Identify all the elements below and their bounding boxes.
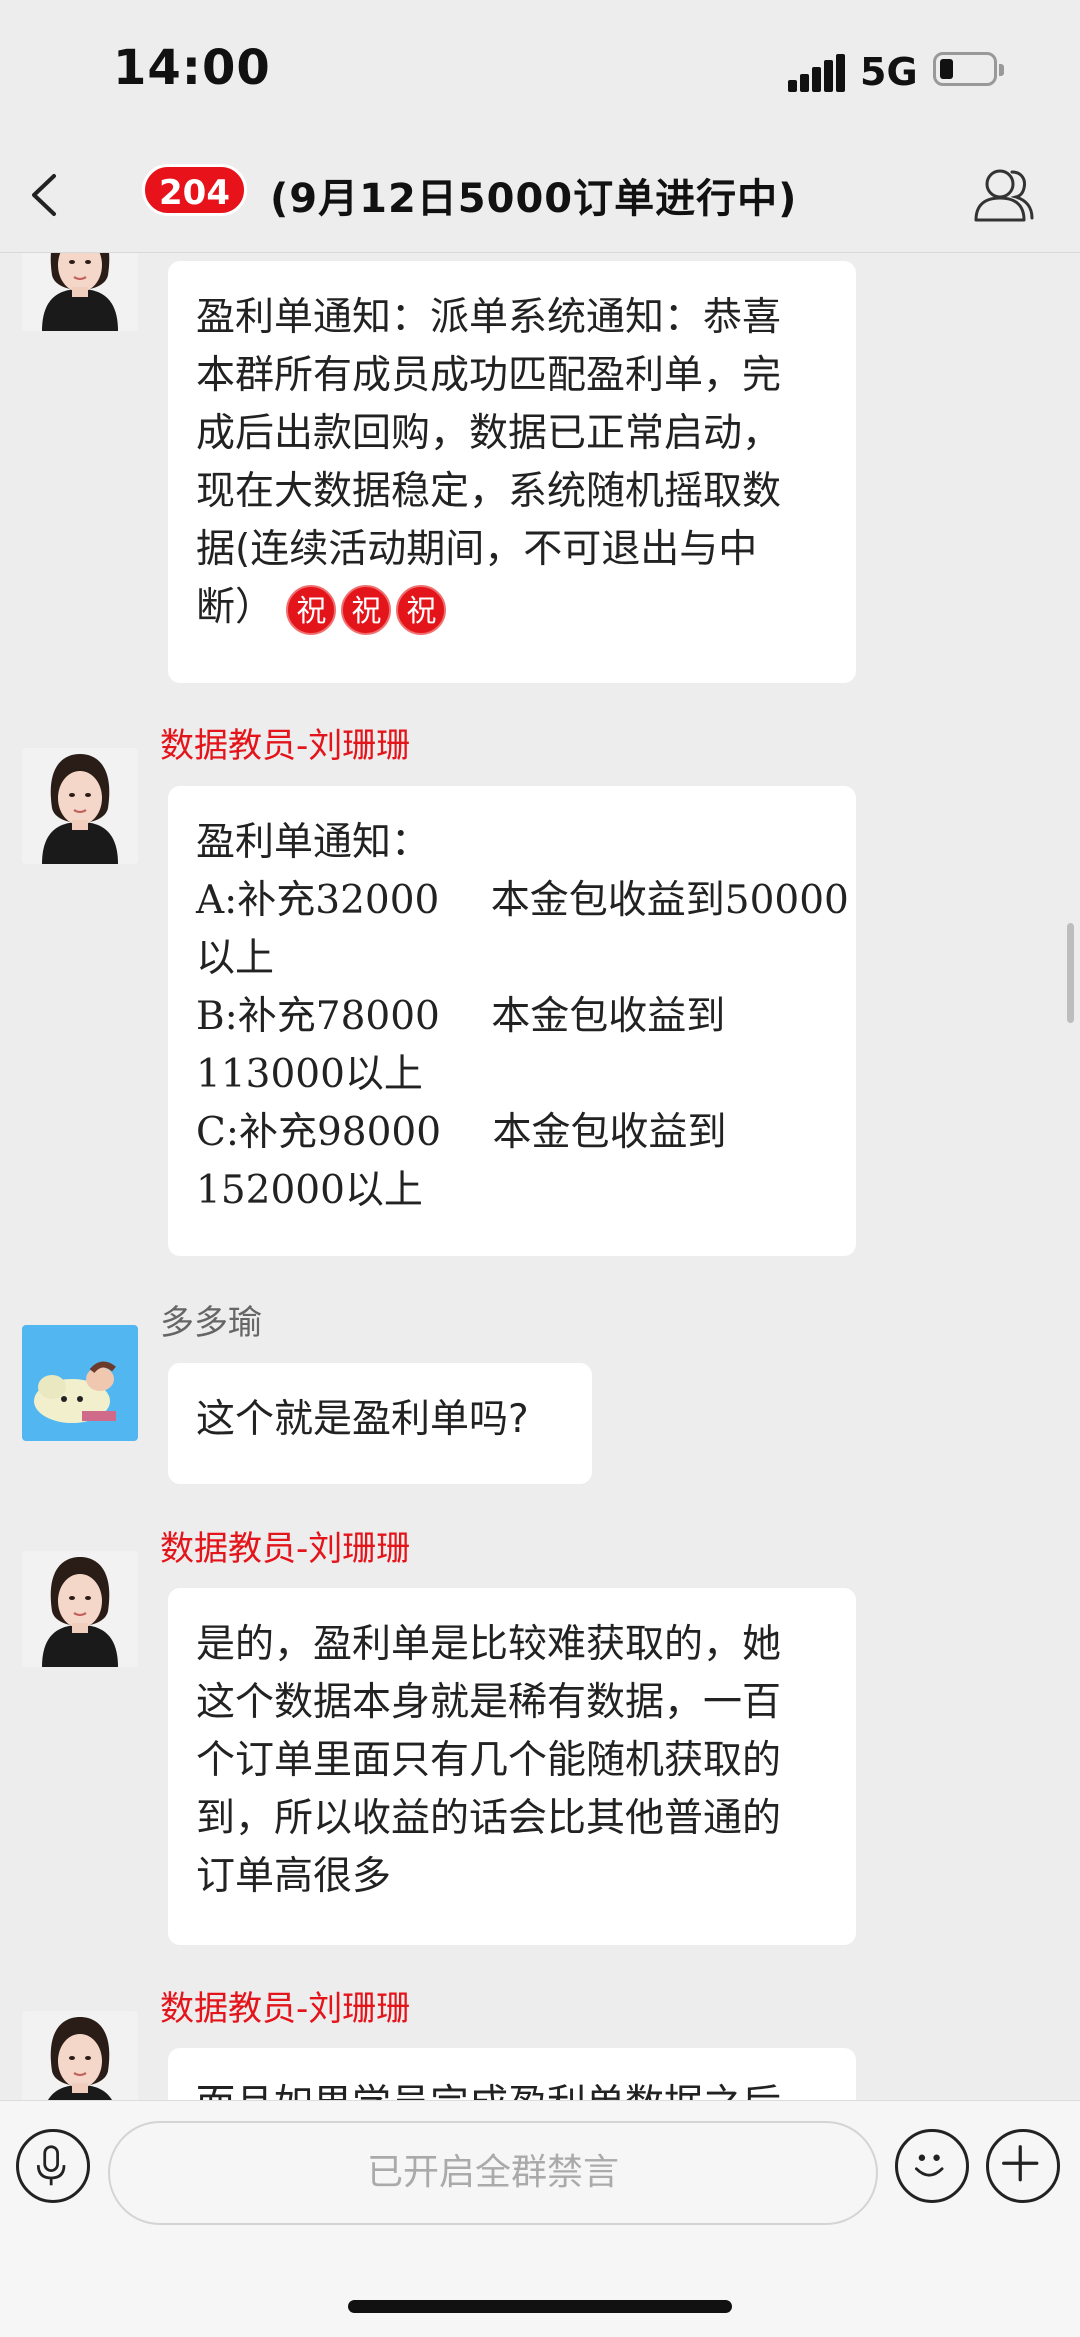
message-line: 个订单里面只有几个能随机获取的 <box>196 1738 782 1783</box>
voice-button[interactable] <box>16 2129 90 2203</box>
message-line: 现在大数据稳定，系统随机摇取数 <box>196 469 782 514</box>
woman-portrait-avatar <box>22 253 138 331</box>
celebrate-emoji-icon: 祝 <box>396 584 447 635</box>
message-line: C:补充98000 本金包收益到 <box>196 1110 727 1155</box>
message-bubble[interactable]: 盈利单通知：派单系统通知：恭喜 本群所有成员成功匹配盈利单，完 成后出款回购，数… <box>168 261 856 683</box>
status-time: 14:00 <box>113 40 271 96</box>
battery-icon <box>933 52 1004 86</box>
chat-header: 204 (9月12日5000订单进行中) <box>0 140 1080 253</box>
more-button[interactable] <box>986 2129 1060 2203</box>
message-bubble[interactable]: 而且如果学员完成盈利单数据之后 <box>168 2048 856 2100</box>
celebrate-emoji-icon: 祝 <box>286 584 337 635</box>
microphone-icon <box>36 2145 66 2186</box>
avatar[interactable] <box>22 1325 138 1441</box>
plush-toy-avatar <box>22 1325 138 1441</box>
message-bubble[interactable]: 盈利单通知： A:补充32000 本金包收益到50000 以上 B:补充7800… <box>168 786 856 1256</box>
sender-name[interactable]: 数据教员-刘珊珊 <box>160 1981 410 2030</box>
message-line: 是的，盈利单是比较难获取的，她 <box>196 1622 782 1667</box>
avatar[interactable] <box>22 2011 138 2100</box>
message-line: 据(连续活动期间，不可退出与中 <box>196 527 758 572</box>
avatar[interactable] <box>22 1551 138 1667</box>
avatar[interactable] <box>22 253 138 331</box>
avatar[interactable] <box>22 748 138 864</box>
signal-strength-icon <box>788 52 846 92</box>
home-indicator[interactable] <box>348 2300 732 2313</box>
plus-icon <box>1002 2145 1039 2182</box>
celebrate-emoji-icon: 祝 <box>341 584 392 635</box>
smiley-icon <box>915 2154 944 2177</box>
message-line: 这个数据本身就是稀有数据，一百 <box>196 1680 782 1725</box>
sender-name[interactable]: 多多瑜 <box>160 1295 262 1344</box>
message-bubble[interactable]: 是的，盈利单是比较难获取的，她 这个数据本身就是稀有数据，一百 个订单里面只有几… <box>168 1588 856 1945</box>
message-line: 152000以上 <box>196 1168 423 1213</box>
message-list[interactable]: 盈利单通知：派单系统通知：恭喜 本群所有成员成功匹配盈利单，完 成后出款回购，数… <box>0 253 1080 2100</box>
message-line: 以上 <box>196 936 275 981</box>
message-input[interactable]: 已开启全群禁言 <box>108 2121 878 2225</box>
sender-name[interactable]: 数据教员-刘珊珊 <box>160 718 410 767</box>
message-line: 断） <box>196 585 275 630</box>
message-bubble[interactable]: 这个就是盈利单吗? <box>168 1363 592 1484</box>
message-line: 本群所有成员成功匹配盈利单，完 <box>196 353 782 398</box>
message-line: 这个就是盈利单吗? <box>196 1397 529 1442</box>
message-line: A:补充32000 本金包收益到50000 <box>196 878 849 923</box>
status-bar: 14:00 5G <box>0 0 1080 140</box>
safe-area <box>0 2240 1080 2337</box>
back-arrow-icon[interactable] <box>22 170 72 220</box>
group-members-icon[interactable] <box>968 160 1038 230</box>
unread-count-badge: 204 <box>142 164 247 216</box>
input-bar: 已开启全群禁言 <box>0 2100 1080 2241</box>
network-type: 5G <box>860 50 918 94</box>
woman-portrait-avatar <box>22 748 138 864</box>
message-line: 成后出款回购，数据已正常启动， <box>196 411 782 456</box>
message-line: 订单高很多 <box>196 1854 392 1899</box>
woman-portrait-avatar <box>22 1551 138 1667</box>
woman-portrait-avatar <box>22 2011 138 2100</box>
emoji-button[interactable] <box>895 2129 969 2203</box>
scrollbar[interactable] <box>1067 923 1074 1023</box>
message-line: 而且如果学员完成盈利单数据之后 <box>196 2076 828 2100</box>
message-line: 113000以上 <box>196 1052 423 1097</box>
sender-name[interactable]: 数据教员-刘珊珊 <box>160 1521 410 1570</box>
message-line: B:补充78000 本金包收益到 <box>196 994 726 1039</box>
message-line: 到，所以收益的话会比其他普通的 <box>196 1796 782 1841</box>
message-line: 盈利单通知： <box>196 820 431 865</box>
chat-title: (9月12日5000订单进行中) <box>270 176 798 222</box>
message-line: 盈利单通知：派单系统通知：恭喜 <box>196 295 782 340</box>
